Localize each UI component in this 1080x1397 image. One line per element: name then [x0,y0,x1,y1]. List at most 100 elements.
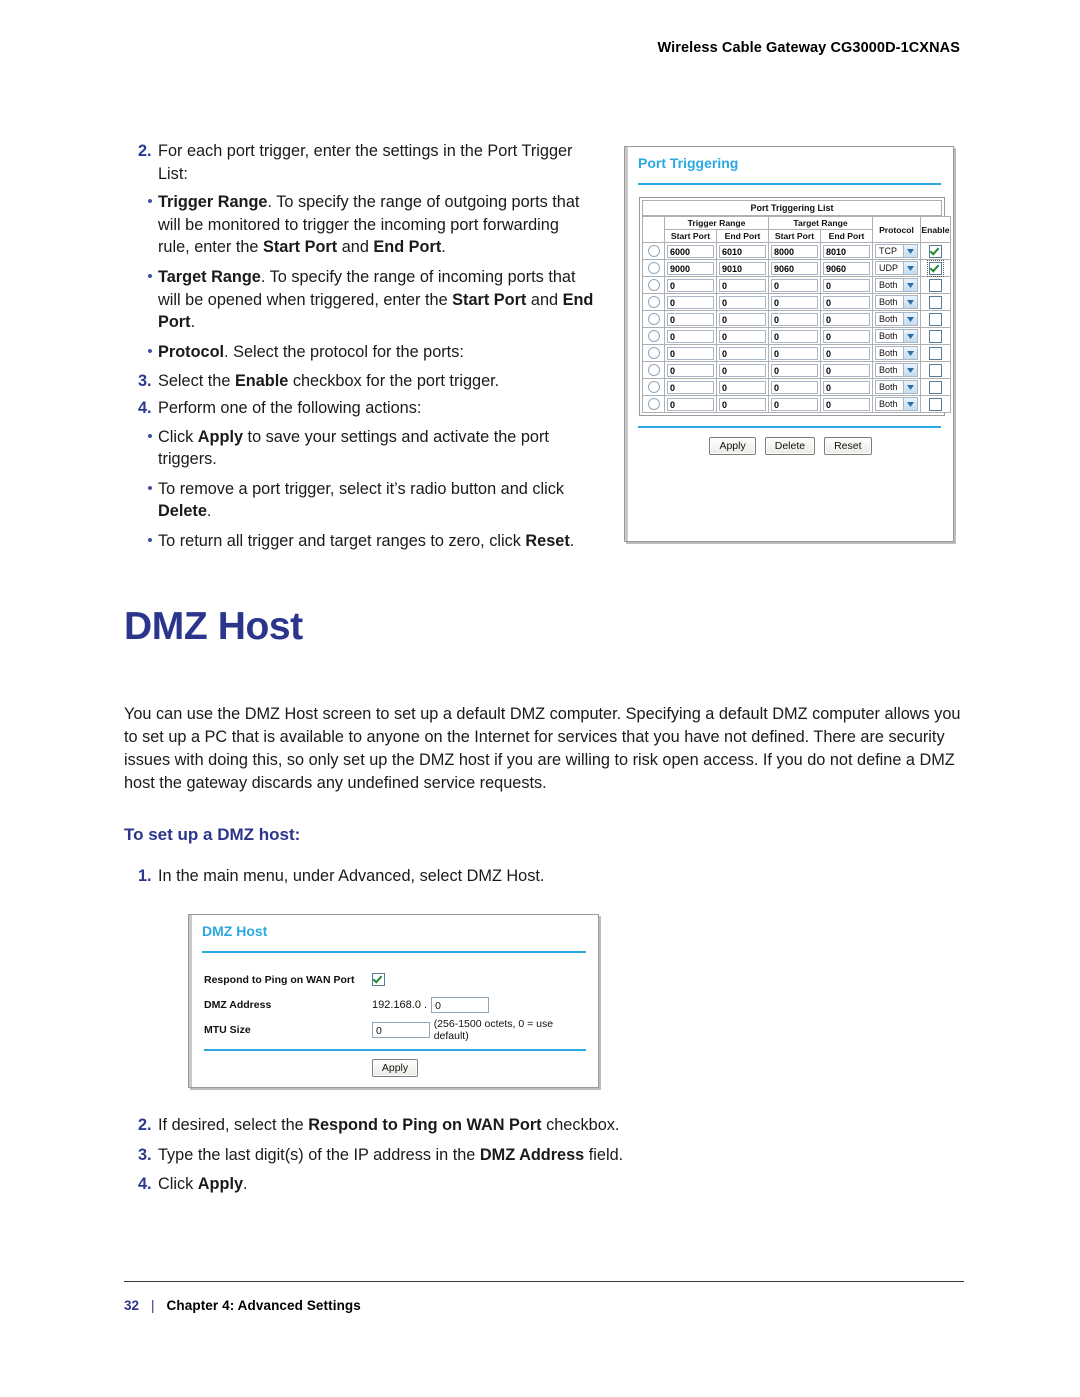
trigger-end-port-input[interactable]: 0 [719,380,766,394]
dmz-row-respond-to-ping: Respond to Ping on WAN Port [204,967,590,992]
enable-cell [920,378,951,396]
protocol-select[interactable]: TCP [875,244,918,258]
row-radio-button[interactable] [647,313,660,325]
trigger-end-port-input[interactable]: 0 [719,295,766,309]
target-start-port-input[interactable]: 0 [771,380,818,394]
protocol-select[interactable]: Both [875,397,918,411]
protocol-select[interactable]: Both [875,312,918,326]
trigger-start-port-input[interactable]: 0 [667,363,714,377]
mtu-size-input[interactable]: 0 [372,1021,430,1038]
row-radio-button[interactable] [647,381,660,393]
target-end-port-input[interactable]: 0 [823,295,870,309]
trigger-start-port-input[interactable]: 9000 [667,261,714,275]
protocol-select[interactable]: Both [875,380,918,394]
trigger-end-port-input[interactable]: 0 [719,363,766,377]
row-radio-button[interactable] [647,347,660,359]
protocol-select[interactable]: Both [875,363,918,377]
protocol-selected-value: TCP [879,246,897,256]
table-header-group-row: Trigger Range Target Range Protocol Enab… [642,216,951,243]
row-radio-button[interactable] [647,330,660,342]
table-row: 9000 9010 9060 9060 UDP [642,259,951,277]
protocol-select[interactable]: Both [875,278,918,292]
row-radio-button[interactable] [647,398,660,410]
enable-checkbox[interactable] [929,397,942,411]
trigger-end-port-input[interactable]: 9010 [719,261,766,275]
target-end-port-input[interactable]: 0 [823,278,870,292]
trigger-start-port-input[interactable]: 0 [667,329,714,343]
dmz-address-input[interactable]: 0 [431,996,490,1013]
target-end-port-input[interactable]: 0 [823,346,870,360]
target-start-port-input[interactable]: 0 [771,278,818,292]
dmz-apply-button[interactable]: Apply [371,1059,419,1077]
bullet-protocol: • Protocol. Select the protocol for the … [124,341,594,364]
trigger-end-port-input[interactable]: 0 [719,346,766,360]
row-radio-button[interactable] [647,279,660,291]
footer-divider [124,1281,964,1282]
enable-checkbox[interactable] [929,278,942,292]
target-end-port-input[interactable]: 0 [823,329,870,343]
enable-checkbox[interactable] [929,295,942,309]
enable-checkbox[interactable] [929,363,942,377]
target-start-port-input[interactable]: 0 [771,363,818,377]
respond-to-ping-checkbox[interactable] [372,973,385,986]
target-start-port-input[interactable]: 9060 [771,261,818,275]
trigger-end-port-input[interactable]: 0 [719,278,766,292]
trigger-start-port-input[interactable]: 0 [667,295,714,309]
target-start-port-input[interactable]: 8000 [771,244,818,258]
trigger-end-port-input[interactable]: 0 [719,397,766,411]
target-start-port-input[interactable]: 0 [771,312,818,326]
target-start-port-input[interactable]: 0 [771,346,818,360]
trigger-end-port-input[interactable]: 6010 [719,244,766,258]
enable-checkbox[interactable] [929,346,942,360]
delete-button[interactable]: Delete [764,437,816,455]
row-radio-button[interactable] [647,364,660,376]
chevron-down-icon [903,347,917,359]
target-start-cell: 0 [768,293,821,311]
protocol-selected-value: Both [879,297,898,307]
protocol-select[interactable]: Both [875,346,918,360]
target-end-port-input[interactable]: 0 [823,380,870,394]
enable-checkbox[interactable] [929,380,942,394]
enable-checkbox[interactable] [929,244,942,258]
trigger-start-port-input[interactable]: 0 [667,278,714,292]
trigger-end-port-input[interactable]: 0 [719,329,766,343]
enable-cell [920,344,951,362]
chevron-down-icon [903,381,917,393]
target-end-port-input[interactable]: 9060 [823,261,870,275]
target-start-port-input[interactable]: 0 [771,329,818,343]
protocol-selected-value: UDP [879,263,899,273]
row-radio-button[interactable] [647,245,660,257]
enable-checkbox[interactable] [927,259,944,277]
target-end-port-input[interactable]: 8010 [823,244,870,258]
radio-column-header [642,216,665,243]
target-start-port-input[interactable]: 0 [771,295,818,309]
header-target-range: Target Range [768,216,873,230]
trigger-start-port-input[interactable]: 0 [667,312,714,326]
footer-separator: | [151,1298,155,1313]
trigger-start-port-input[interactable]: 0 [667,346,714,360]
bullet-0-bold-a: Start Port [263,238,338,257]
step-3-pre: Select the [158,372,235,391]
trigger-start-port-input[interactable]: 6000 [667,244,714,258]
target-start-port-input[interactable]: 0 [771,397,818,411]
header-protocol: Protocol [872,216,921,243]
target-end-port-input[interactable]: 0 [823,363,870,377]
trigger-start-port-input[interactable]: 0 [667,380,714,394]
target-end-port-input[interactable]: 0 [823,312,870,326]
enable-checkbox[interactable] [929,312,942,326]
row-radio-button[interactable] [647,262,660,274]
enable-checkbox[interactable] [929,329,942,343]
protocol-select[interactable]: Both [875,295,918,309]
trigger-start-port-input[interactable]: 0 [667,397,714,411]
row-radio-button[interactable] [647,296,660,308]
step-2-number: 2. [138,142,152,160]
page-footer: 32 | Chapter 4: Advanced Settings [124,1298,361,1313]
protocol-cell: Both [872,395,921,413]
protocol-select[interactable]: UDP [875,261,918,275]
reset-button[interactable]: Reset [824,437,872,455]
target-end-port-input[interactable]: 0 [823,397,870,411]
apply-button[interactable]: Apply [709,437,756,455]
trigger-end-port-input[interactable]: 0 [719,312,766,326]
protocol-select[interactable]: Both [875,329,918,343]
dmz-s4-pre: Click [158,1175,198,1194]
